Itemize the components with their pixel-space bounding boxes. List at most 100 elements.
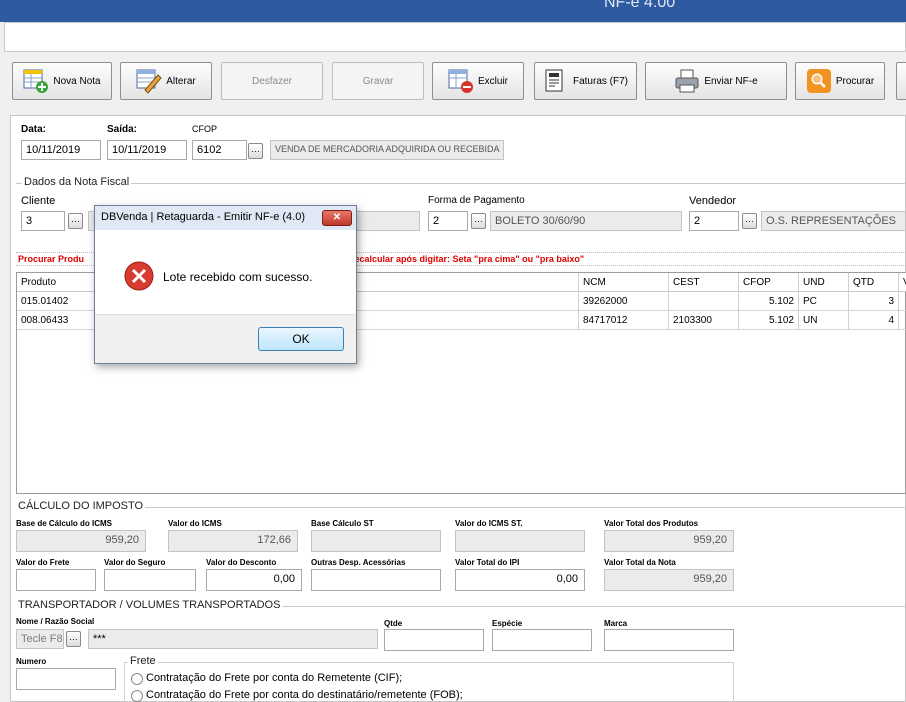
col-und[interactable]: UND — [799, 273, 849, 292]
nova-nota-label: Nova Nota — [53, 75, 101, 87]
frete-fob-label: Contratação do Frete por conta do destin… — [146, 689, 463, 701]
col-cfop[interactable]: CFOP — [739, 273, 799, 292]
cell-und: UN — [799, 311, 849, 330]
top-bar — [4, 22, 906, 52]
imposto-title: CÁLCULO DO IMPOSTO — [16, 500, 146, 512]
numero-label: Numero — [16, 657, 47, 666]
frete-title: Frete — [128, 655, 158, 667]
cfop-description: VENDA DE MERCADORIA ADQUIRIDA OU RECEBID… — [270, 140, 504, 160]
cell-cest — [669, 292, 739, 311]
ipi-input[interactable]: 0,00 — [455, 569, 585, 591]
desfazer-button[interactable]: Desfazer — [221, 62, 323, 100]
valor-icms-field: 172,66 — [168, 530, 298, 552]
cell-cest: 2103300 — [669, 311, 739, 330]
frete-cif-radio[interactable] — [131, 673, 143, 685]
dialog-body: Lote recebido com sucesso. — [95, 230, 356, 314]
faturas-button[interactable]: Faturas (F7) — [534, 62, 637, 100]
alterar-button[interactable]: Alterar — [120, 62, 212, 100]
excluir-label: Excluir — [477, 75, 508, 87]
faturas-label: Faturas (F7) — [572, 75, 628, 87]
valor-icms-st-field — [455, 530, 585, 552]
total-produtos-field: 959,20 — [604, 530, 734, 552]
desconto-input[interactable]: 0,00 — [206, 569, 302, 591]
hint-left: Procurar Produ — [18, 254, 85, 264]
gravar-label: Gravar — [362, 75, 394, 87]
pagamento-label: Forma de Pagamento — [428, 195, 525, 206]
outras-input[interactable] — [311, 569, 441, 591]
cell-qtd: 4 — [849, 311, 899, 330]
more-button[interactable] — [896, 62, 906, 100]
delete-icon — [448, 68, 474, 94]
cfop-input[interactable]: 6102 — [192, 140, 247, 160]
col-qtd[interactable]: QTD — [849, 273, 899, 292]
outras-label: Outras Desp. Acessórias — [311, 558, 406, 567]
pagamento-code-input[interactable]: 2 — [428, 211, 468, 231]
enviar-nfe-button[interactable]: Enviar NF-e — [645, 62, 787, 100]
frete-cif-label: Contratação do Frete por conta do Remete… — [146, 672, 403, 684]
pagamento-lookup-button[interactable]: … — [471, 213, 486, 229]
saida-label: Saída: — [107, 124, 138, 135]
vendedor-code-input[interactable]: 2 — [689, 211, 739, 231]
data-input[interactable]: 10/11/2019 — [21, 140, 101, 160]
dados-group-line — [16, 183, 906, 184]
base-st-field — [311, 530, 441, 552]
col-ncm[interactable]: NCM — [579, 273, 669, 292]
enviar-nfe-label: Enviar NF-e — [704, 75, 758, 87]
window-title: NF-e 4.00 — [604, 0, 676, 11]
ok-button[interactable]: OK — [258, 327, 344, 351]
cell-qtd: 3 — [849, 292, 899, 311]
total-produtos-label: Valor Total dos Produtos — [604, 519, 699, 528]
numero-input[interactable] — [16, 668, 116, 690]
total-nota-label: Valor Total da Nota — [604, 558, 676, 567]
cfop-lookup-button[interactable]: … — [248, 143, 263, 159]
gravar-button[interactable]: Gravar — [332, 62, 424, 100]
transportador-name: *** — [88, 629, 378, 649]
frete-input[interactable] — [16, 569, 96, 591]
dialog-message: Lote recebido com sucesso. — [163, 270, 313, 284]
col-cest[interactable]: CEST — [669, 273, 739, 292]
toolbar: Nova Nota Alterar Desfazer Gravar Exclui… — [4, 56, 906, 106]
seguro-input[interactable] — [104, 569, 196, 591]
marca-input[interactable] — [604, 629, 734, 651]
qtde-label: Qtde — [384, 619, 403, 628]
error-icon — [123, 260, 155, 295]
alterar-label: Alterar — [166, 75, 196, 87]
dialog-close-button[interactable]: ✕ — [322, 210, 352, 226]
total-nota-field: 959,20 — [604, 569, 734, 591]
excluir-button[interactable]: Excluir — [432, 62, 524, 100]
saida-input[interactable]: 10/11/2019 — [107, 140, 187, 160]
marca-label: Marca — [604, 619, 628, 628]
edit-icon — [136, 68, 162, 94]
transportador-lookup-button[interactable]: … — [66, 631, 81, 647]
seguro-label: Valor do Seguro — [104, 558, 166, 567]
cfop-label: CFOP — [192, 124, 218, 134]
col-v[interactable]: V — [899, 273, 906, 292]
procurar-button[interactable]: Procurar — [795, 62, 885, 100]
transportador-code-input[interactable]: Tecle F8 — [16, 629, 64, 649]
ipi-label: Valor Total do IPI — [455, 558, 520, 567]
especie-input[interactable] — [492, 629, 592, 651]
hint-right: r/Recalcular após digitar: Seta "pra cim… — [342, 254, 585, 264]
dialog-footer: OK — [95, 314, 356, 363]
vendedor-label: Vendedor — [689, 195, 737, 207]
dados-title: Dados da Nota Fiscal — [22, 176, 132, 188]
vendedor-lookup-button[interactable]: … — [742, 213, 757, 229]
dialog-title: DBVenda | Retaguarda - Emitir NF-e (4.0) — [101, 211, 305, 223]
data-label: Data: — [21, 124, 47, 135]
invoice-icon — [543, 68, 569, 94]
cell-ncm: 84717012 — [579, 311, 669, 330]
nova-nota-button[interactable]: Nova Nota — [12, 62, 112, 100]
desconto-label: Valor do Desconto — [206, 558, 277, 567]
dialog-titlebar: DBVenda | Retaguarda - Emitir NF-e (4.0) — [95, 206, 356, 230]
imposto-group-line — [16, 507, 906, 508]
vendedor-name: O.S. REPRESENTAÇÕES — [761, 211, 906, 231]
cliente-code-input[interactable]: 3 — [21, 211, 65, 231]
qtde-input[interactable] — [384, 629, 484, 651]
new-document-icon — [23, 68, 49, 94]
frete-label: Valor do Frete — [16, 558, 70, 567]
especie-label: Espécie — [492, 619, 523, 628]
cliente-lookup-button[interactable]: … — [68, 213, 83, 229]
frete-fob-radio[interactable] — [131, 690, 143, 702]
desfazer-label: Desfazer — [251, 75, 292, 87]
close-icon: ✕ — [332, 212, 342, 223]
